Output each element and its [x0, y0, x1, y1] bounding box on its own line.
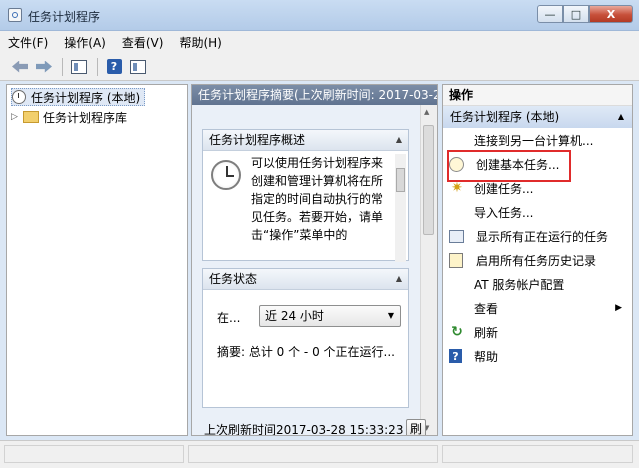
minimize-button[interactable]: — [537, 5, 563, 23]
status-segment [442, 445, 633, 463]
action-label: 创建任务... [474, 181, 534, 196]
status-summary-text: 摘要: 总计 0 个 - 0 个正在运行... [217, 345, 395, 359]
clock-icon [12, 90, 26, 104]
back-arrow-icon [12, 60, 28, 73]
action-refresh[interactable]: ↻ 刷新 [443, 320, 632, 344]
status-segment [4, 445, 184, 463]
collapse-icon[interactable]: ▲ [618, 106, 624, 128]
actions-pane: 操作 任务计划程序 (本地) ▲ 连接到另一台计算机... 创建基本任务... … [442, 84, 633, 436]
summary-header: 任务计划程序摘要(上次刷新时间: 2017-03-28 15:33:23) [192, 85, 437, 105]
create-basic-task-icon [449, 156, 464, 172]
action-create-basic-task[interactable]: 创建基本任务... [443, 152, 632, 176]
tree-item-root[interactable]: 任务计划程序 (本地) [11, 88, 146, 106]
folder-icon [23, 111, 39, 123]
action-connect-computer[interactable]: 连接到另一台计算机... [443, 128, 632, 152]
task-status-section: 任务状态 ▲ 在... 近 24 小时 ▼ 摘要: 总计 0 个 - 0 个正在… [202, 268, 409, 408]
submenu-arrow-icon: ▶ [615, 303, 622, 313]
blank-icon [449, 204, 465, 220]
blank-icon [449, 132, 465, 148]
expand-triangle-icon[interactable]: ▷ [11, 112, 23, 122]
back-button[interactable] [10, 57, 30, 77]
history-icon [449, 252, 463, 268]
action-pane-icon [130, 59, 146, 74]
menu-bar: 文件(F) 操作(A) 查看(V) 帮助(H) [0, 31, 639, 53]
console-tree-icon [71, 59, 87, 74]
actions-section-title: 任务计划程序 (本地) [450, 110, 560, 124]
action-view[interactable]: 查看 ▶ [443, 296, 632, 320]
action-create-task[interactable]: ✷ 创建任务... [443, 176, 632, 200]
action-label: 帮助 [474, 349, 499, 364]
summary-body: ▲ ▼ 任务计划程序概述 ▲ 可以使用任务计划程序来创建和管理计算机将在所指定的… [192, 105, 437, 435]
window-controls: — □ X [537, 5, 633, 23]
actions-section-header[interactable]: 任务计划程序 (本地) ▲ [443, 106, 632, 128]
scroll-up-icon[interactable]: ▲ [424, 108, 429, 116]
task-status-header[interactable]: 任务状态 ▲ [203, 269, 408, 290]
action-label: 导入任务... [474, 205, 534, 220]
blank-icon [449, 276, 465, 292]
action-label: 创建基本任务... [476, 157, 560, 172]
action-import-task[interactable]: 导入任务... [443, 200, 632, 224]
help-toolbar-button[interactable]: ? [104, 57, 124, 77]
overview-scroll-thumb[interactable] [396, 168, 405, 192]
status-bar [0, 440, 639, 468]
help-icon: ? [449, 349, 462, 363]
status-segment [188, 445, 438, 463]
menu-help[interactable]: 帮助(H) [171, 34, 229, 51]
menu-file[interactable]: 文件(F) [0, 34, 56, 51]
tree-item-library[interactable]: ▷ 任务计划程序库 [11, 108, 127, 126]
title-bar: 任务计划程序 — □ X [0, 0, 639, 31]
create-task-icon: ✷ [451, 180, 463, 196]
toolbar-separator [97, 57, 98, 76]
status-period-dropdown[interactable]: 近 24 小时 ▼ [259, 305, 401, 327]
action-label: 刷新 [474, 325, 499, 340]
toolbar: ? [0, 53, 639, 81]
refresh-summary-button[interactable]: 刷 [406, 419, 426, 435]
forward-button[interactable] [34, 57, 54, 77]
tree-item-root-label: 任务计划程序 (本地) [31, 90, 141, 105]
overview-section: 任务计划程序概述 ▲ 可以使用任务计划程序来创建和管理计算机将在所指定的时间自动… [202, 129, 409, 262]
action-label: AT 服务帐户配置 [474, 277, 565, 292]
action-label: 连接到另一台计算机... [474, 133, 594, 148]
summary-pane: 任务计划程序摘要(上次刷新时间: 2017-03-28 15:33:23) ▲ … [191, 84, 438, 436]
overview-scrollbar[interactable] [395, 154, 406, 262]
summary-scrollbar[interactable]: ▲ ▼ [420, 105, 437, 435]
overview-text: 可以使用任务计划程序来创建和管理计算机将在所指定的时间自动执行的常见任务。若要开… [251, 156, 383, 242]
action-label: 查看 [474, 301, 499, 316]
chevron-down-icon: ▼ [387, 311, 394, 320]
window-title: 任务计划程序 [28, 10, 101, 24]
toolbar-separator [62, 57, 63, 76]
scroll-thumb[interactable] [423, 125, 434, 235]
menu-view[interactable]: 查看(V) [114, 34, 172, 51]
collapse-icon[interactable]: ▲ [396, 269, 402, 289]
overview-title: 任务计划程序概述 [209, 133, 306, 147]
collapse-icon[interactable]: ▲ [396, 130, 402, 150]
close-button[interactable]: X [589, 5, 633, 23]
status-period-value: 近 24 小时 [265, 309, 324, 323]
action-enable-history[interactable]: 启用所有任务历史记录 [443, 248, 632, 272]
console-tree: 任务计划程序 (本地) ▷ 任务计划程序库 [6, 84, 188, 436]
show-hide-console-tree-button[interactable] [69, 57, 89, 77]
action-label: 显示所有正在运行的任务 [476, 229, 609, 244]
refresh-icon: ↻ [451, 324, 463, 340]
menu-action[interactable]: 操作(A) [56, 34, 114, 51]
task-status-title: 任务状态 [209, 272, 258, 286]
last-refresh-text: 上次刷新时间2017-03-28 15:33:23 [204, 423, 404, 436]
maximize-button[interactable]: □ [563, 5, 589, 23]
help-icon: ? [106, 59, 122, 74]
running-tasks-icon [449, 229, 464, 243]
forward-arrow-icon [36, 60, 52, 73]
status-period-label: 在... [217, 311, 241, 325]
action-at-service-config[interactable]: AT 服务帐户配置 [443, 272, 632, 296]
task-scheduler-clock-icon [211, 160, 241, 190]
action-show-running-tasks[interactable]: 显示所有正在运行的任务 [443, 224, 632, 248]
task-scheduler-app-icon [8, 8, 22, 22]
tree-item-library-label: 任务计划程序库 [43, 110, 128, 125]
overview-section-header[interactable]: 任务计划程序概述 ▲ [203, 130, 408, 151]
blank-icon [449, 300, 465, 316]
show-hide-action-pane-button[interactable] [128, 57, 148, 77]
actions-header: 操作 [443, 85, 632, 106]
action-help[interactable]: ? 帮助 [443, 344, 632, 368]
action-label: 启用所有任务历史记录 [476, 253, 597, 268]
